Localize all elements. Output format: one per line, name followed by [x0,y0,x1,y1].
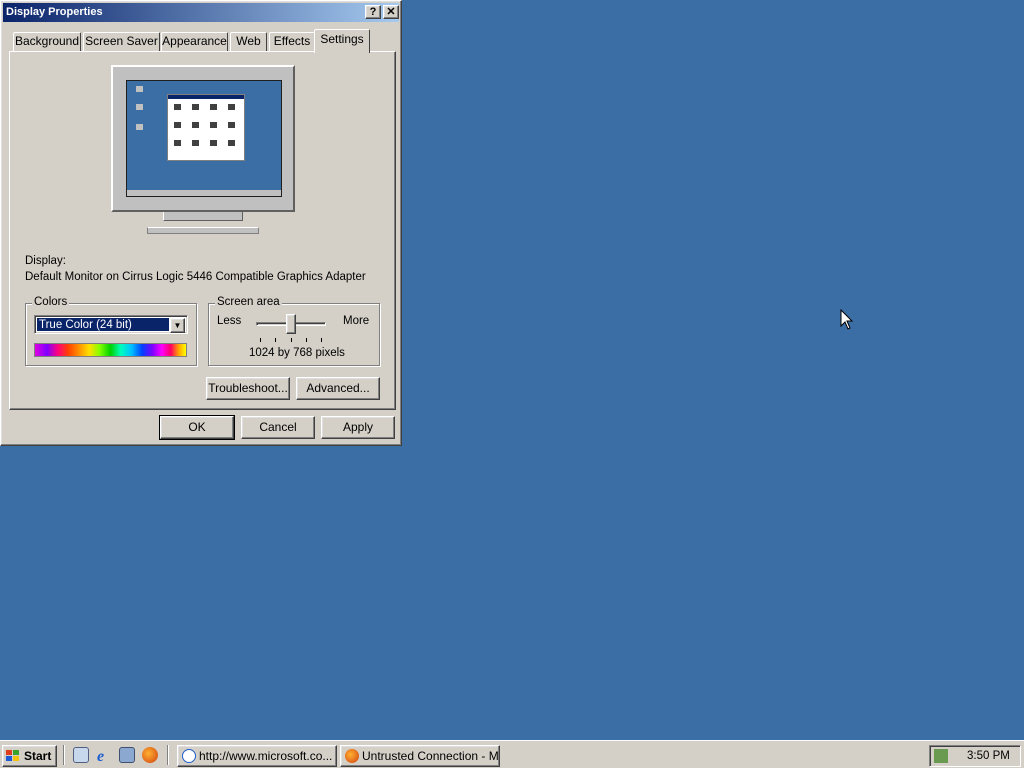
tab-background[interactable]: Background [13,32,81,51]
mouse-cursor-icon [840,309,854,330]
slider-more-label: More [343,315,370,327]
firefox-icon[interactable] [142,747,158,763]
monitor-base [147,227,259,234]
ie-page-icon [182,749,196,763]
troubleshoot-button[interactable]: Troubleshoot... [206,377,290,400]
monitor-preview [111,65,295,212]
network-status-icon[interactable] [934,749,948,763]
tab-web[interactable]: Web [230,32,267,51]
close-button[interactable]: ✕ [383,5,399,19]
advanced-button[interactable]: Advanced... [296,377,380,400]
show-desktop-icon[interactable] [73,747,89,763]
colors-group-title: Colors [32,296,70,308]
start-label: Start [24,749,52,763]
screen-area-slider-thumb[interactable] [286,314,296,334]
task-label: http://www.microsoft.co... [199,749,333,763]
display-label: Display: [25,255,66,267]
ok-button[interactable]: OK [159,415,235,440]
help-button[interactable]: ? [365,5,381,19]
slider-tick [260,338,261,342]
start-button[interactable]: Start [2,745,57,767]
tab-settings[interactable]: Settings [314,29,370,53]
color-spectrum-bar [34,343,187,357]
title-bar[interactable]: Display Properties ? ✕ [3,3,399,22]
network-icon[interactable] [119,747,135,763]
screen-area-value: 1024 by 768 pixels [249,347,345,359]
colors-select[interactable]: True Color (24 bit) ▼ [34,315,188,334]
internet-explorer-icon[interactable]: e [96,747,112,763]
tab-effects[interactable]: Effects [269,32,315,51]
monitor-preview-screen [126,80,282,197]
system-tray: 3:50 PM [929,745,1021,767]
tab-appearance[interactable]: Appearance [161,32,228,51]
slider-tick [306,338,307,342]
colors-select-value: True Color (24 bit) [37,318,169,331]
clock[interactable]: 3:50 PM [967,750,1010,762]
slider-tick [321,338,322,342]
taskbar-separator [167,745,169,765]
slider-less-label: Less [217,315,242,327]
windows-logo-icon [6,750,19,761]
chevron-down-icon[interactable]: ▼ [170,318,185,333]
screen-area-group-title: Screen area [215,296,282,308]
monitor-stand [163,212,243,221]
task-button-untrusted-connection[interactable]: Untrusted Connection - M... [340,745,500,767]
slider-tick [275,338,276,342]
window-title: Display Properties [6,6,103,18]
task-label: Untrusted Connection - M... [362,749,500,763]
firefox-icon [345,749,359,763]
taskbar: Start e http://www.microsoft.co... Untru… [0,740,1024,768]
svg-text:e: e [97,748,104,763]
apply-button[interactable]: Apply [321,416,395,439]
display-adapter-value: Default Monitor on Cirrus Logic 5446 Com… [25,271,366,283]
task-button-microsoft[interactable]: http://www.microsoft.co... [177,745,337,767]
cancel-button[interactable]: Cancel [241,416,315,439]
display-properties-dialog: Display Properties ? ✕ Background Screen… [0,0,402,446]
taskbar-separator [63,745,65,765]
tab-screen-saver[interactable]: Screen Saver [83,32,160,51]
slider-tick [291,338,292,342]
